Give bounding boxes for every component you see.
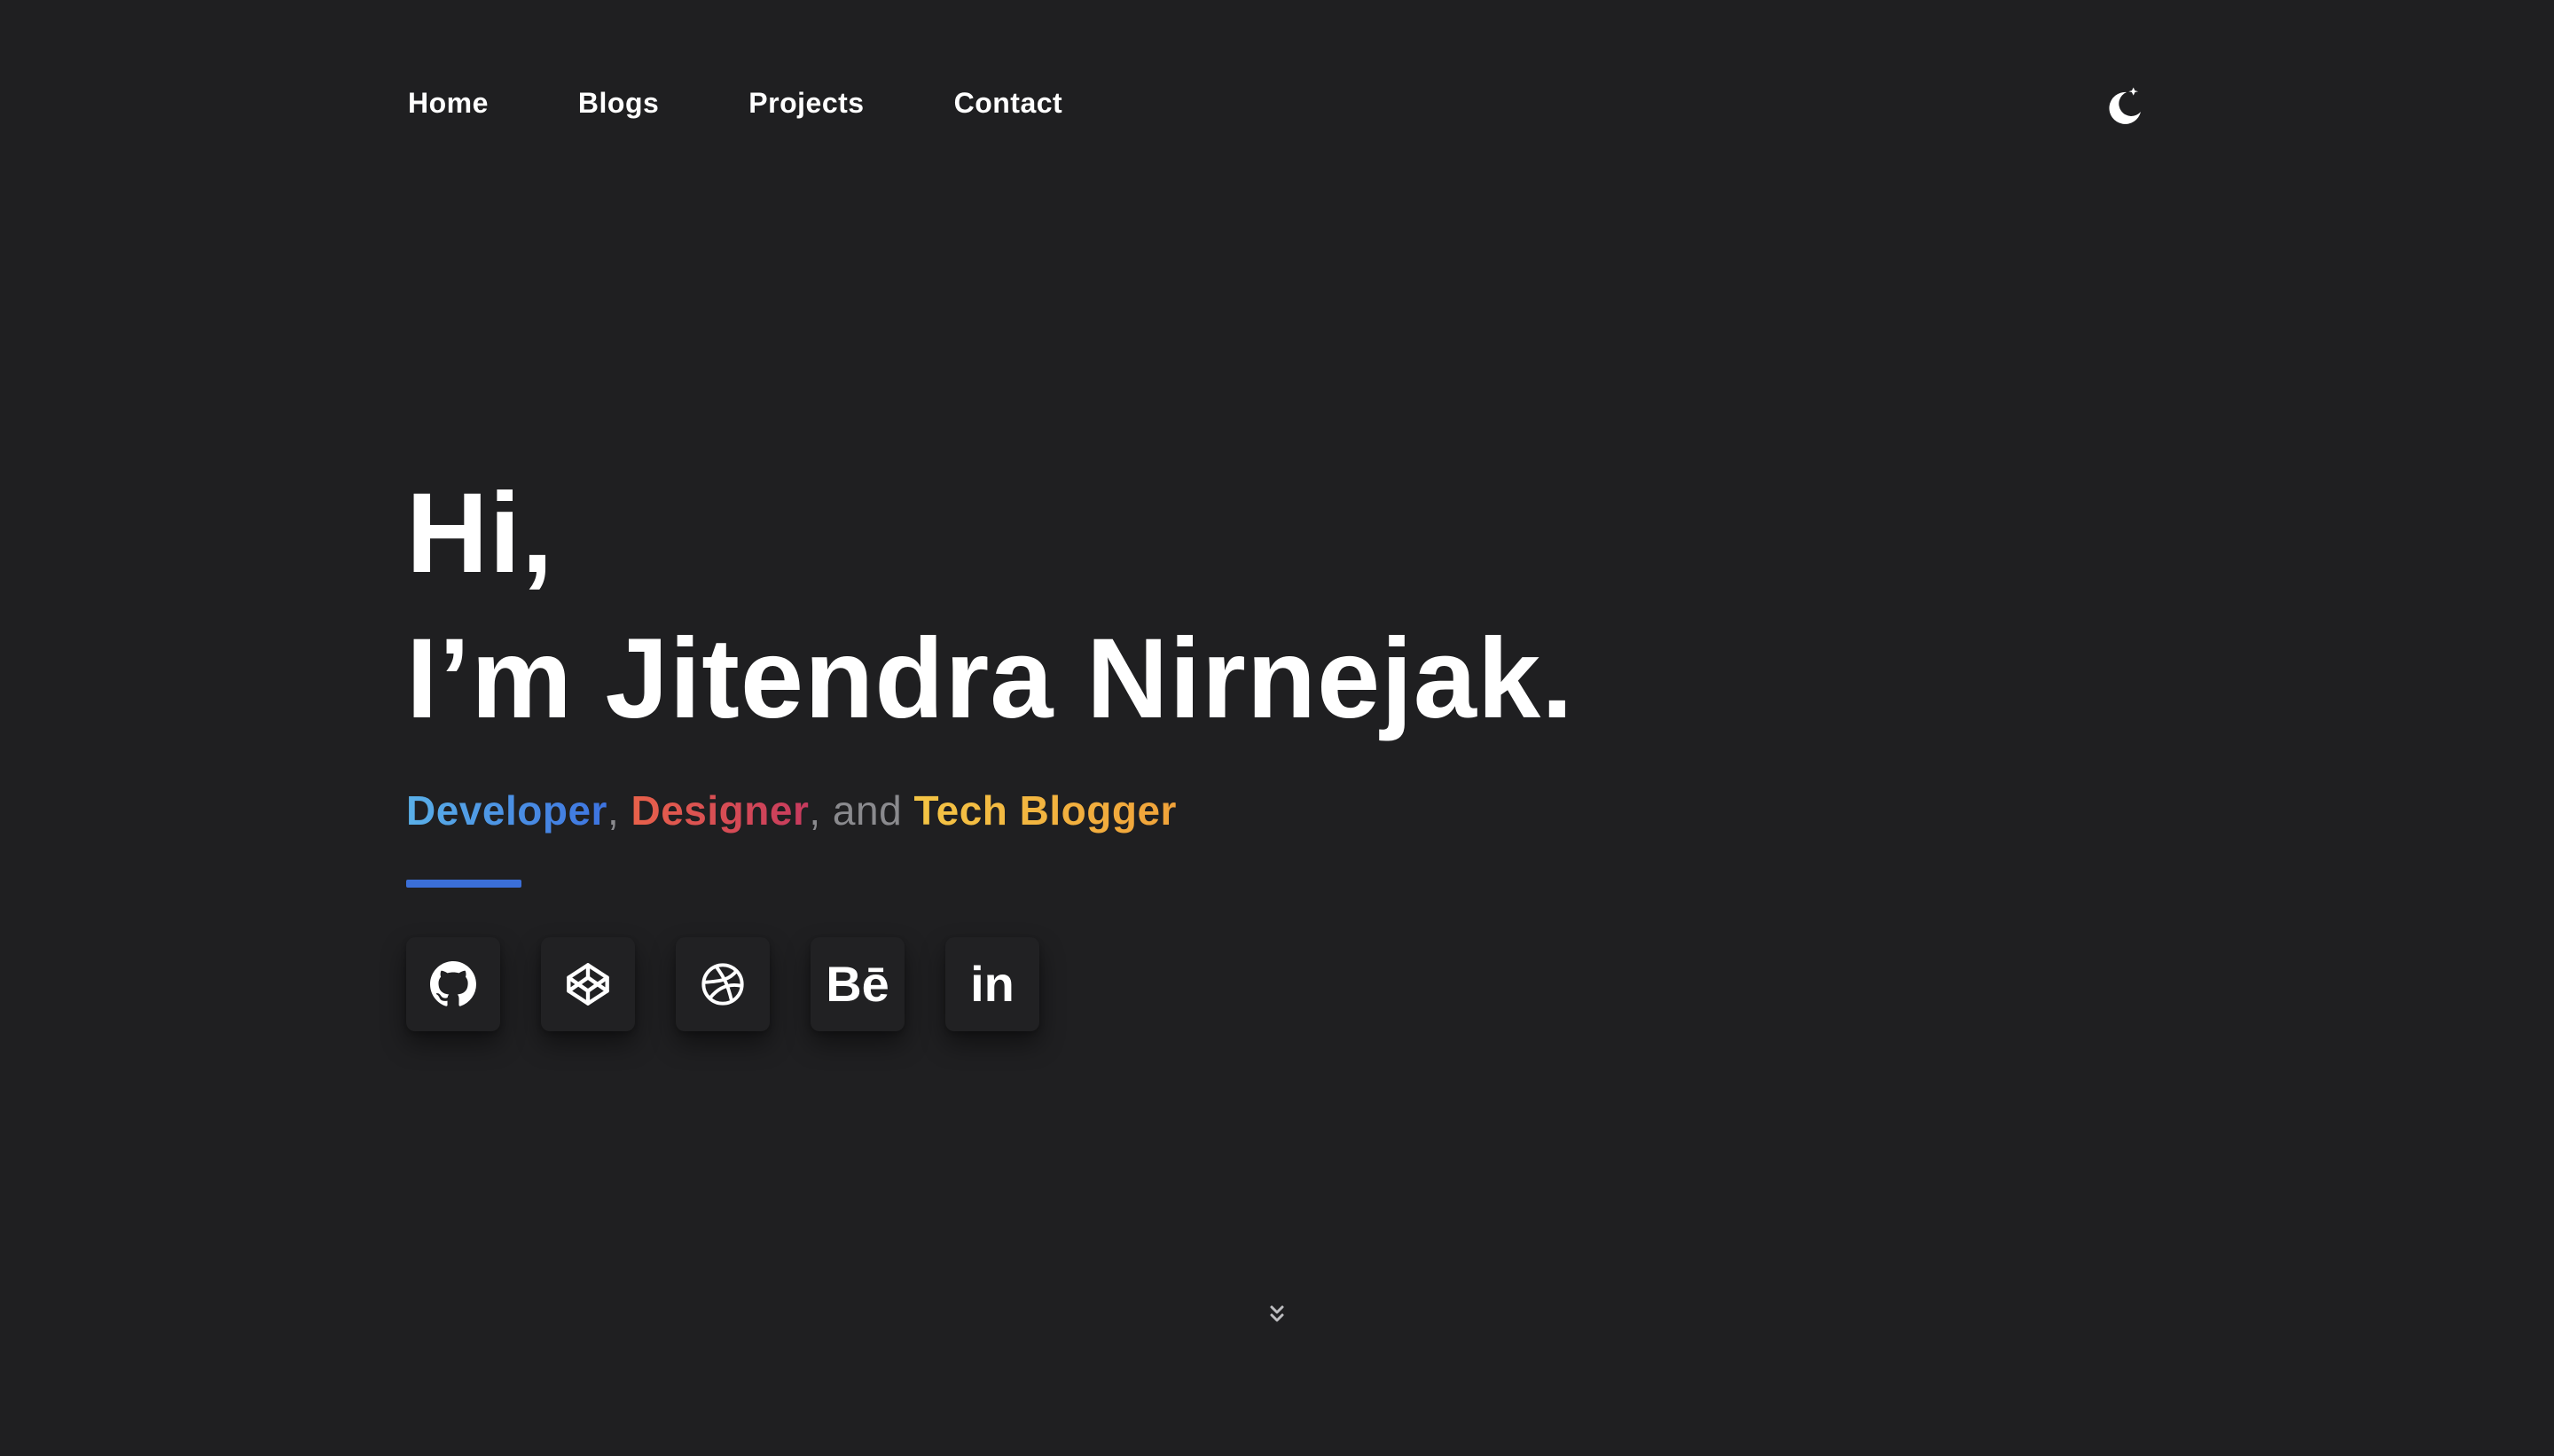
nav-item-projects[interactable]: Projects [748,85,864,121]
linkedin-link[interactable]: in [945,937,1039,1031]
accent-divider [406,880,521,888]
dribbble-icon [701,963,744,1006]
hero-section: Hi, I’m Jitendra Nirnejak. Developer, De… [406,461,1574,1031]
behance-link[interactable]: Bē [811,937,905,1031]
linkedin-icon: in [970,956,1015,1012]
social-links: Bē in [406,937,1574,1031]
role-designer: Designer [631,787,810,834]
role-tech-blogger: Tech Blogger [913,787,1177,834]
nav-item-contact[interactable]: Contact [954,85,1063,121]
page: Home Blogs Projects Contact Hi, I’m Jite… [0,0,2554,1456]
hero-greeting: Hi, [406,470,554,597]
chevrons-down-icon [1270,1305,1284,1322]
behance-icon: Bē [826,956,889,1012]
role-separator-2: , and [809,787,903,834]
github-icon [430,961,476,1006]
scroll-down-button[interactable] [1266,1302,1288,1327]
nav-item-home[interactable]: Home [408,85,489,121]
theme-toggle-button[interactable] [2104,85,2146,128]
moon-stars-icon [2109,87,2141,124]
codepen-link[interactable] [541,937,635,1031]
hero-roles: Developer, Designer, and Tech Blogger [406,786,1574,835]
nav-item-blogs[interactable]: Blogs [578,85,659,121]
hero-intro: I’m Jitendra Nirnejak. [406,615,1574,742]
role-separator-1: , [607,787,620,834]
codepen-icon [567,963,609,1006]
github-link[interactable] [406,937,500,1031]
dribbble-link[interactable] [676,937,770,1031]
role-developer: Developer [406,787,607,834]
main-nav: Home Blogs Projects Contact [408,85,1062,121]
